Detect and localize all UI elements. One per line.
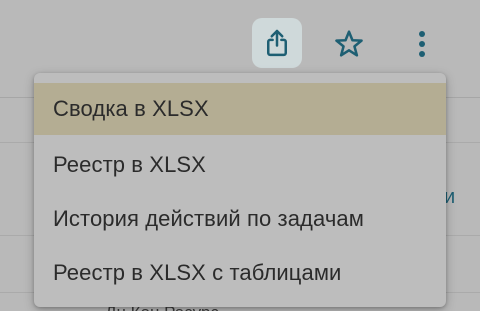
menu-item-registry-xlsx[interactable]: Реестр в XLSX (34, 137, 446, 193)
more-vertical-icon (419, 31, 425, 57)
export-dropdown-menu: Сводка в XLSX Реестр в XLSX История дейс… (34, 73, 446, 307)
star-outline-icon (335, 30, 363, 57)
favorite-button[interactable] (323, 18, 375, 70)
menu-item-registry-xlsx-with-tables[interactable]: Реестр в XLSX с таблицами (34, 245, 446, 301)
export-button[interactable] (252, 18, 302, 68)
more-options-button[interactable] (396, 18, 448, 70)
share-upload-icon (267, 29, 287, 57)
menu-item-summary-xlsx[interactable]: Сводка в XLSX (34, 83, 446, 135)
menu-item-task-action-history[interactable]: История действий по задачам (34, 191, 446, 247)
